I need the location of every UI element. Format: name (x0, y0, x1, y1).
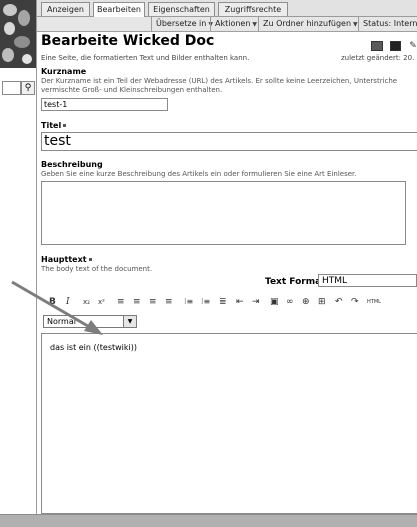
bottom-bar (0, 514, 417, 527)
image-icon[interactable] (371, 41, 383, 51)
align-center-button[interactable]: ≡ (133, 296, 141, 308)
add-to-folder-menu[interactable]: Zu Ordner hinzufügen ▼ (258, 17, 358, 31)
paragraph-style-select[interactable]: Normal ▼ (43, 315, 137, 328)
title-label-text: Titel (41, 121, 62, 130)
tab-anzeigen[interactable]: Anzeigen (41, 2, 90, 16)
search-icon[interactable]: ⚲ (21, 81, 35, 95)
paragraph-style-value: Normal (47, 317, 76, 326)
insert-image-button[interactable]: ▣ (270, 296, 279, 308)
actions-menu-label: Aktionen (215, 19, 251, 28)
italic-button[interactable]: I (66, 296, 70, 308)
document-action-icons: ✎ ⎙ (371, 41, 417, 51)
tab-bearbeiten[interactable]: Bearbeiten (93, 2, 145, 17)
required-icon (88, 258, 92, 261)
left-sidebar (0, 0, 36, 526)
actions-menu[interactable]: Aktionen ▼ (210, 17, 257, 31)
add-to-folder-label: Zu Ordner hinzufügen (263, 19, 352, 28)
redo-button[interactable]: ↷ (351, 296, 359, 308)
body-help: The body text of the document. (41, 265, 153, 273)
title-field[interactable]: test (41, 132, 417, 151)
sidebar-search-input[interactable] (2, 81, 21, 95)
ordered-list-button[interactable]: ⁝≡ (184, 296, 193, 308)
description-textarea[interactable] (41, 181, 406, 245)
outdent-button[interactable]: ⇤ (236, 296, 244, 308)
last-modified: zuletzt geändert: 20. (341, 54, 415, 62)
editor-toolbar: B I x₂ x² ≡ ≡ ≡ ≡ ⁝≡ ⁝≡ ≣ ⇤ ⇥ ▣ ∞ ⊕ ⊞ ↶ … (41, 292, 417, 312)
body-editor[interactable] (41, 333, 417, 514)
text-format-label: Text Format (265, 277, 326, 287)
content-actions-bar: Übersetze in ▼ Aktionen ▼ Zu Ordner hinzuf… (37, 17, 417, 32)
status-menu[interactable]: Status: Intern s (358, 17, 417, 31)
tab-zugriffsrechte[interactable]: Zugriffsrechte (218, 2, 288, 16)
insert-link-button[interactable]: ∞ (286, 296, 294, 308)
pencil-icon[interactable]: ✎ (409, 41, 417, 51)
justify-button[interactable]: ≡ (165, 296, 173, 308)
html-source-button[interactable]: HTML (367, 296, 381, 308)
chevron-down-icon: ▼ (353, 21, 358, 28)
body-editor-content: das ist ein ((testwiki)) (50, 343, 137, 352)
insert-table-button[interactable]: ⊞ (318, 296, 326, 308)
align-right-button[interactable]: ≡ (149, 296, 157, 308)
description-help: Geben Sie eine kurze Beschreibung des Ar… (41, 170, 357, 178)
anchor-button[interactable]: ⊕ (302, 296, 310, 308)
chevron-down-icon[interactable]: ▼ (123, 316, 136, 327)
indent-button[interactable]: ⇥ (252, 296, 260, 308)
header-logo-image (0, 0, 36, 68)
chevron-down-icon: ▼ (252, 21, 258, 28)
unordered-list-button[interactable]: ⁝≡ (201, 296, 210, 308)
subscript-button[interactable]: x₂ (83, 296, 90, 308)
definition-list-button[interactable]: ≣ (219, 296, 227, 308)
shortname-help-2: vermischte Groß- und Kleinschreibungen e… (41, 86, 223, 94)
body-label-text: Haupttext (41, 255, 87, 264)
shortname-label: Kurzname (41, 67, 87, 76)
superscript-button[interactable]: x² (98, 296, 105, 308)
page-description: Eine Seite, die formatierten Text und Bi… (41, 54, 250, 62)
sidebar-divider (36, 0, 37, 514)
shortname-help: Der Kurzname ist ein Teil der Webadresse… (41, 77, 398, 85)
bold-button[interactable]: B (49, 296, 56, 308)
content-tabs-bar: Anzeigen Bearbeiten Eigenschaften Zugrif… (37, 0, 417, 17)
shortname-field[interactable]: test-1 (41, 98, 168, 111)
required-icon (63, 124, 67, 127)
fullscreen-icon[interactable] (390, 41, 402, 51)
undo-button[interactable]: ↶ (335, 296, 343, 308)
page-title: Bearbeite Wicked Doc (41, 33, 215, 49)
translate-menu-label: Übersetze in (156, 19, 207, 28)
tab-eigenschaften[interactable]: Eigenschaften (148, 2, 215, 16)
align-left-button[interactable]: ≡ (117, 296, 125, 308)
text-format-select[interactable]: HTML (318, 274, 417, 287)
description-label: Beschreibung (41, 160, 103, 169)
body-label: Haupttext (41, 255, 92, 264)
title-label: Titel (41, 121, 67, 130)
translate-menu[interactable]: Übersetze in ▼ (151, 17, 213, 31)
